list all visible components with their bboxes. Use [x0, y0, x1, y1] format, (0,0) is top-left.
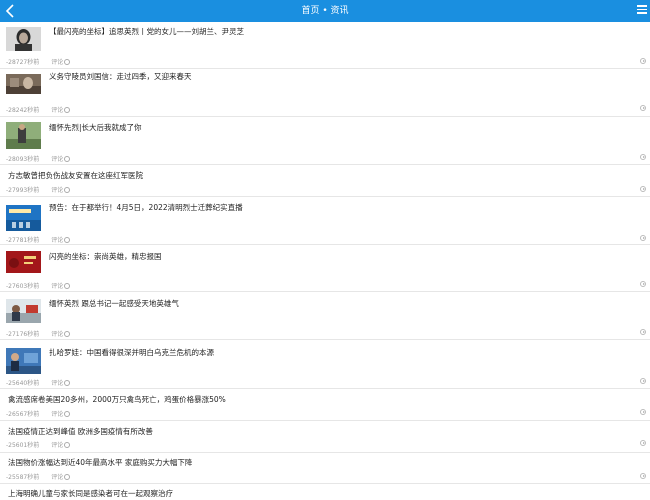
comment-label[interactable]: 评论 [51, 474, 63, 481]
news-thumbnail-portrait [6, 27, 41, 51]
more-icon[interactable] [640, 281, 646, 287]
news-time: -27781秒前 [6, 237, 40, 244]
news-thumbnail-photo [6, 74, 41, 94]
comment-label[interactable]: 评论 [51, 380, 63, 387]
news-time: -25640秒前 [6, 380, 40, 387]
news-item[interactable]: 禽流感席卷美国20多州，2000万只禽鸟死亡，鸡蛋价格暴涨50% -26567秒… [0, 389, 650, 421]
comment-label[interactable]: 评论 [51, 187, 63, 194]
page-title: 首页 • 资讯 [301, 6, 349, 16]
news-title[interactable]: 预告：在于都举行！4月5日，2022清明烈士迁葬纪实直播 [49, 203, 243, 213]
news-time: -27176秒前 [6, 331, 40, 338]
comment-label[interactable]: 评论 [51, 331, 63, 338]
more-icon[interactable] [640, 329, 646, 335]
news-item[interactable]: 上海明确儿童与家长同是感染者可在一起观察治疗 [0, 484, 650, 500]
news-meta: -27176秒前 评论 [6, 329, 71, 338]
news-title[interactable]: 义务守陵员刘国信：走过四季，又迎来春天 [49, 72, 192, 82]
news-meta: -27603秒前 评论 [6, 281, 71, 290]
top-nav-bar: 首页 • 资讯 [0, 0, 650, 22]
more-icon[interactable] [640, 409, 646, 415]
news-item[interactable]: 预告：在于都举行！4月5日，2022清明烈士迁葬纪实直播 -27781秒前 评论 [0, 197, 650, 245]
more-icon[interactable] [640, 440, 646, 446]
news-thumbnail-photo [6, 122, 41, 149]
more-icon[interactable] [640, 186, 646, 192]
news-meta: -28727秒前 评论 [6, 57, 71, 66]
news-title[interactable]: 法国物价涨幅达到近40年最高水平 家庭购买力大幅下降 [8, 458, 192, 468]
news-meta: -27993秒前 评论 [6, 185, 71, 194]
comment-icon [64, 187, 71, 193]
news-title[interactable]: 【最闪亮的坐标】追思英烈丨党的女儿——刘胡兰、尹灵芝 [49, 27, 244, 37]
news-meta: -28093秒前 评论 [6, 154, 71, 163]
news-time: -27993秒前 [6, 187, 40, 194]
news-time: -25587秒前 [6, 474, 40, 481]
news-meta: -25601秒前 评论 [6, 440, 71, 449]
news-item[interactable]: 缅怀英烈 跟总书记一起感受天地英雄气 -27176秒前 评论 [0, 292, 650, 340]
more-icon[interactable] [640, 473, 646, 479]
comment-icon [64, 442, 71, 448]
comment-icon [64, 237, 71, 243]
comment-icon [64, 411, 71, 417]
news-meta: -28242秒前 评论 [6, 105, 71, 114]
comment-label[interactable]: 评论 [51, 442, 63, 449]
comment-label[interactable]: 评论 [51, 107, 63, 114]
comment-label[interactable]: 评论 [51, 237, 63, 244]
comment-icon [64, 283, 71, 289]
more-icon[interactable] [640, 378, 646, 384]
more-icon[interactable] [640, 235, 646, 241]
news-thumbnail-banner [6, 205, 41, 231]
news-time: -27603秒前 [6, 283, 40, 290]
news-title[interactable]: 扎哈罗娃：中国看得很深并明白乌克兰危机的本源 [49, 348, 214, 358]
news-time: -28093秒前 [6, 156, 40, 163]
news-item[interactable]: 闪亮的坐标：崇尚英雄，精忠报国 -27603秒前 评论 [0, 245, 650, 292]
comment-icon [64, 156, 71, 162]
comment-icon [64, 59, 71, 65]
news-title[interactable]: 法国疫情正达到峰值 欧洲多国疫情有所改善 [8, 427, 153, 437]
news-thumbnail-photo [6, 299, 41, 323]
news-item[interactable]: 扎哈罗娃：中国看得很深并明白乌克兰危机的本源 -25640秒前 评论 [0, 340, 650, 389]
comment-label[interactable]: 评论 [51, 283, 63, 290]
news-title[interactable]: 上海明确儿童与家长同是感染者可在一起观察治疗 [8, 489, 173, 499]
news-meta: -27781秒前 评论 [6, 235, 71, 244]
menu-icon[interactable] [637, 5, 647, 17]
comment-icon [64, 474, 71, 480]
news-meta: -25640秒前 评论 [6, 378, 71, 387]
news-time: -25601秒前 [6, 442, 40, 449]
comment-icon [64, 107, 71, 113]
news-item[interactable]: 法国物价涨幅达到近40年最高水平 家庭购买力大幅下降 -25587秒前 评论 [0, 453, 650, 484]
news-item[interactable]: 义务守陵员刘国信：走过四季，又迎来春天 -28242秒前 评论 [0, 69, 650, 117]
news-item[interactable]: 法国疫情正达到峰值 欧洲多国疫情有所改善 -25601秒前 评论 [0, 421, 650, 453]
news-time: -28242秒前 [6, 107, 40, 114]
news-meta: -26567秒前 评论 [6, 409, 71, 418]
news-thumbnail-photo [6, 348, 41, 374]
more-icon[interactable] [640, 154, 646, 160]
news-title[interactable]: 禽流感席卷美国20多州，2000万只禽鸟死亡，鸡蛋价格暴涨50% [8, 395, 226, 405]
news-item[interactable]: 【最闪亮的坐标】追思英烈丨党的女儿——刘胡兰、尹灵芝 -28727秒前 评论 [0, 22, 650, 69]
news-item[interactable]: 方志敏曾把负伤战友安置在这座红军医院 -27993秒前 评论 [0, 165, 650, 197]
comment-label[interactable]: 评论 [51, 59, 63, 66]
news-time: -26567秒前 [6, 411, 40, 418]
comment-icon [64, 380, 71, 386]
news-title[interactable]: 缅怀先烈|长大后我就成了你 [49, 123, 142, 133]
more-icon[interactable] [640, 58, 646, 64]
news-item[interactable]: 缅怀先烈|长大后我就成了你 -28093秒前 评论 [0, 117, 650, 165]
news-thumbnail-banner [6, 251, 41, 273]
news-title[interactable]: 缅怀英烈 跟总书记一起感受天地英雄气 [49, 299, 179, 309]
comment-icon [64, 331, 71, 337]
news-title[interactable]: 闪亮的坐标：崇尚英雄，精忠报国 [49, 252, 162, 262]
news-title[interactable]: 方志敏曾把负伤战友安置在这座红军医院 [8, 171, 143, 181]
more-icon[interactable] [640, 105, 646, 111]
news-meta: -25587秒前 评论 [6, 472, 71, 481]
comment-label[interactable]: 评论 [51, 411, 63, 418]
comment-label[interactable]: 评论 [51, 156, 63, 163]
news-time: -28727秒前 [6, 59, 40, 66]
